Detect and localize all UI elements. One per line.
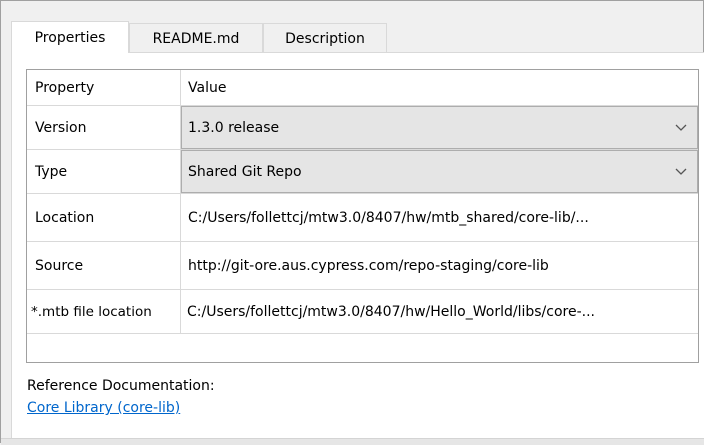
column-header-property: Property xyxy=(27,70,181,105)
mtb-file-location-value[interactable]: C:/Users/follettcj/mtw3.0/8407/hw/Hello_… xyxy=(181,290,698,333)
source-value[interactable]: http://git-ore.aus.cypress.com/repo-stag… xyxy=(181,242,698,289)
tab-strip: Properties README.md Description xyxy=(11,21,387,53)
property-name: Location xyxy=(27,194,181,241)
property-row-source[interactable]: Source http://git-ore.aus.cypress.com/re… xyxy=(27,242,698,290)
properties-window: Properties README.md Description Propert… xyxy=(0,0,704,445)
tab-description[interactable]: Description xyxy=(263,23,387,53)
version-combobox-value: 1.3.0 release xyxy=(188,119,280,136)
tab-readme-label: README.md xyxy=(152,30,240,47)
property-row-mtb-file-location[interactable]: *.mtb file location C:/Users/follettcj/m… xyxy=(27,290,698,334)
property-value-cell: Shared Git Repo xyxy=(181,150,698,193)
property-name: Version xyxy=(27,106,181,149)
version-combobox[interactable]: 1.3.0 release xyxy=(181,106,698,149)
property-name: Source xyxy=(27,242,181,289)
bottom-bar xyxy=(1,438,704,445)
property-name: *.mtb file location xyxy=(27,290,181,333)
property-row-location[interactable]: Location C:/Users/follettcj/mtw3.0/8407/… xyxy=(27,194,698,242)
column-header-value: Value xyxy=(188,79,227,96)
property-row-version[interactable]: Version 1.3.0 release xyxy=(27,106,698,150)
tab-description-label: Description xyxy=(285,30,365,47)
type-combobox[interactable]: Shared Git Repo xyxy=(181,150,698,193)
core-library-link[interactable]: Core Library (core-lib) xyxy=(27,400,180,416)
tab-properties[interactable]: Properties xyxy=(11,21,129,53)
grid-header-row: Property Value xyxy=(27,70,698,106)
tab-readme[interactable]: README.md xyxy=(129,23,263,53)
tab-properties-label: Properties xyxy=(34,29,106,46)
property-name: Type xyxy=(27,150,181,193)
reference-documentation-label: Reference Documentation: xyxy=(27,378,215,394)
property-value-cell: 1.3.0 release xyxy=(181,106,698,149)
chevron-down-icon[interactable] xyxy=(675,168,687,176)
property-row-type[interactable]: Type Shared Git Repo xyxy=(27,150,698,194)
location-value[interactable]: C:/Users/follettcj/mtw3.0/8407/hw/mtb_sh… xyxy=(181,194,698,241)
properties-grid: Property Value Version 1.3.0 release Typ… xyxy=(26,69,699,363)
properties-tab-page: Property Value Version 1.3.0 release Typ… xyxy=(11,52,704,444)
type-combobox-value: Shared Git Repo xyxy=(188,163,302,180)
chevron-down-icon[interactable] xyxy=(675,124,687,132)
